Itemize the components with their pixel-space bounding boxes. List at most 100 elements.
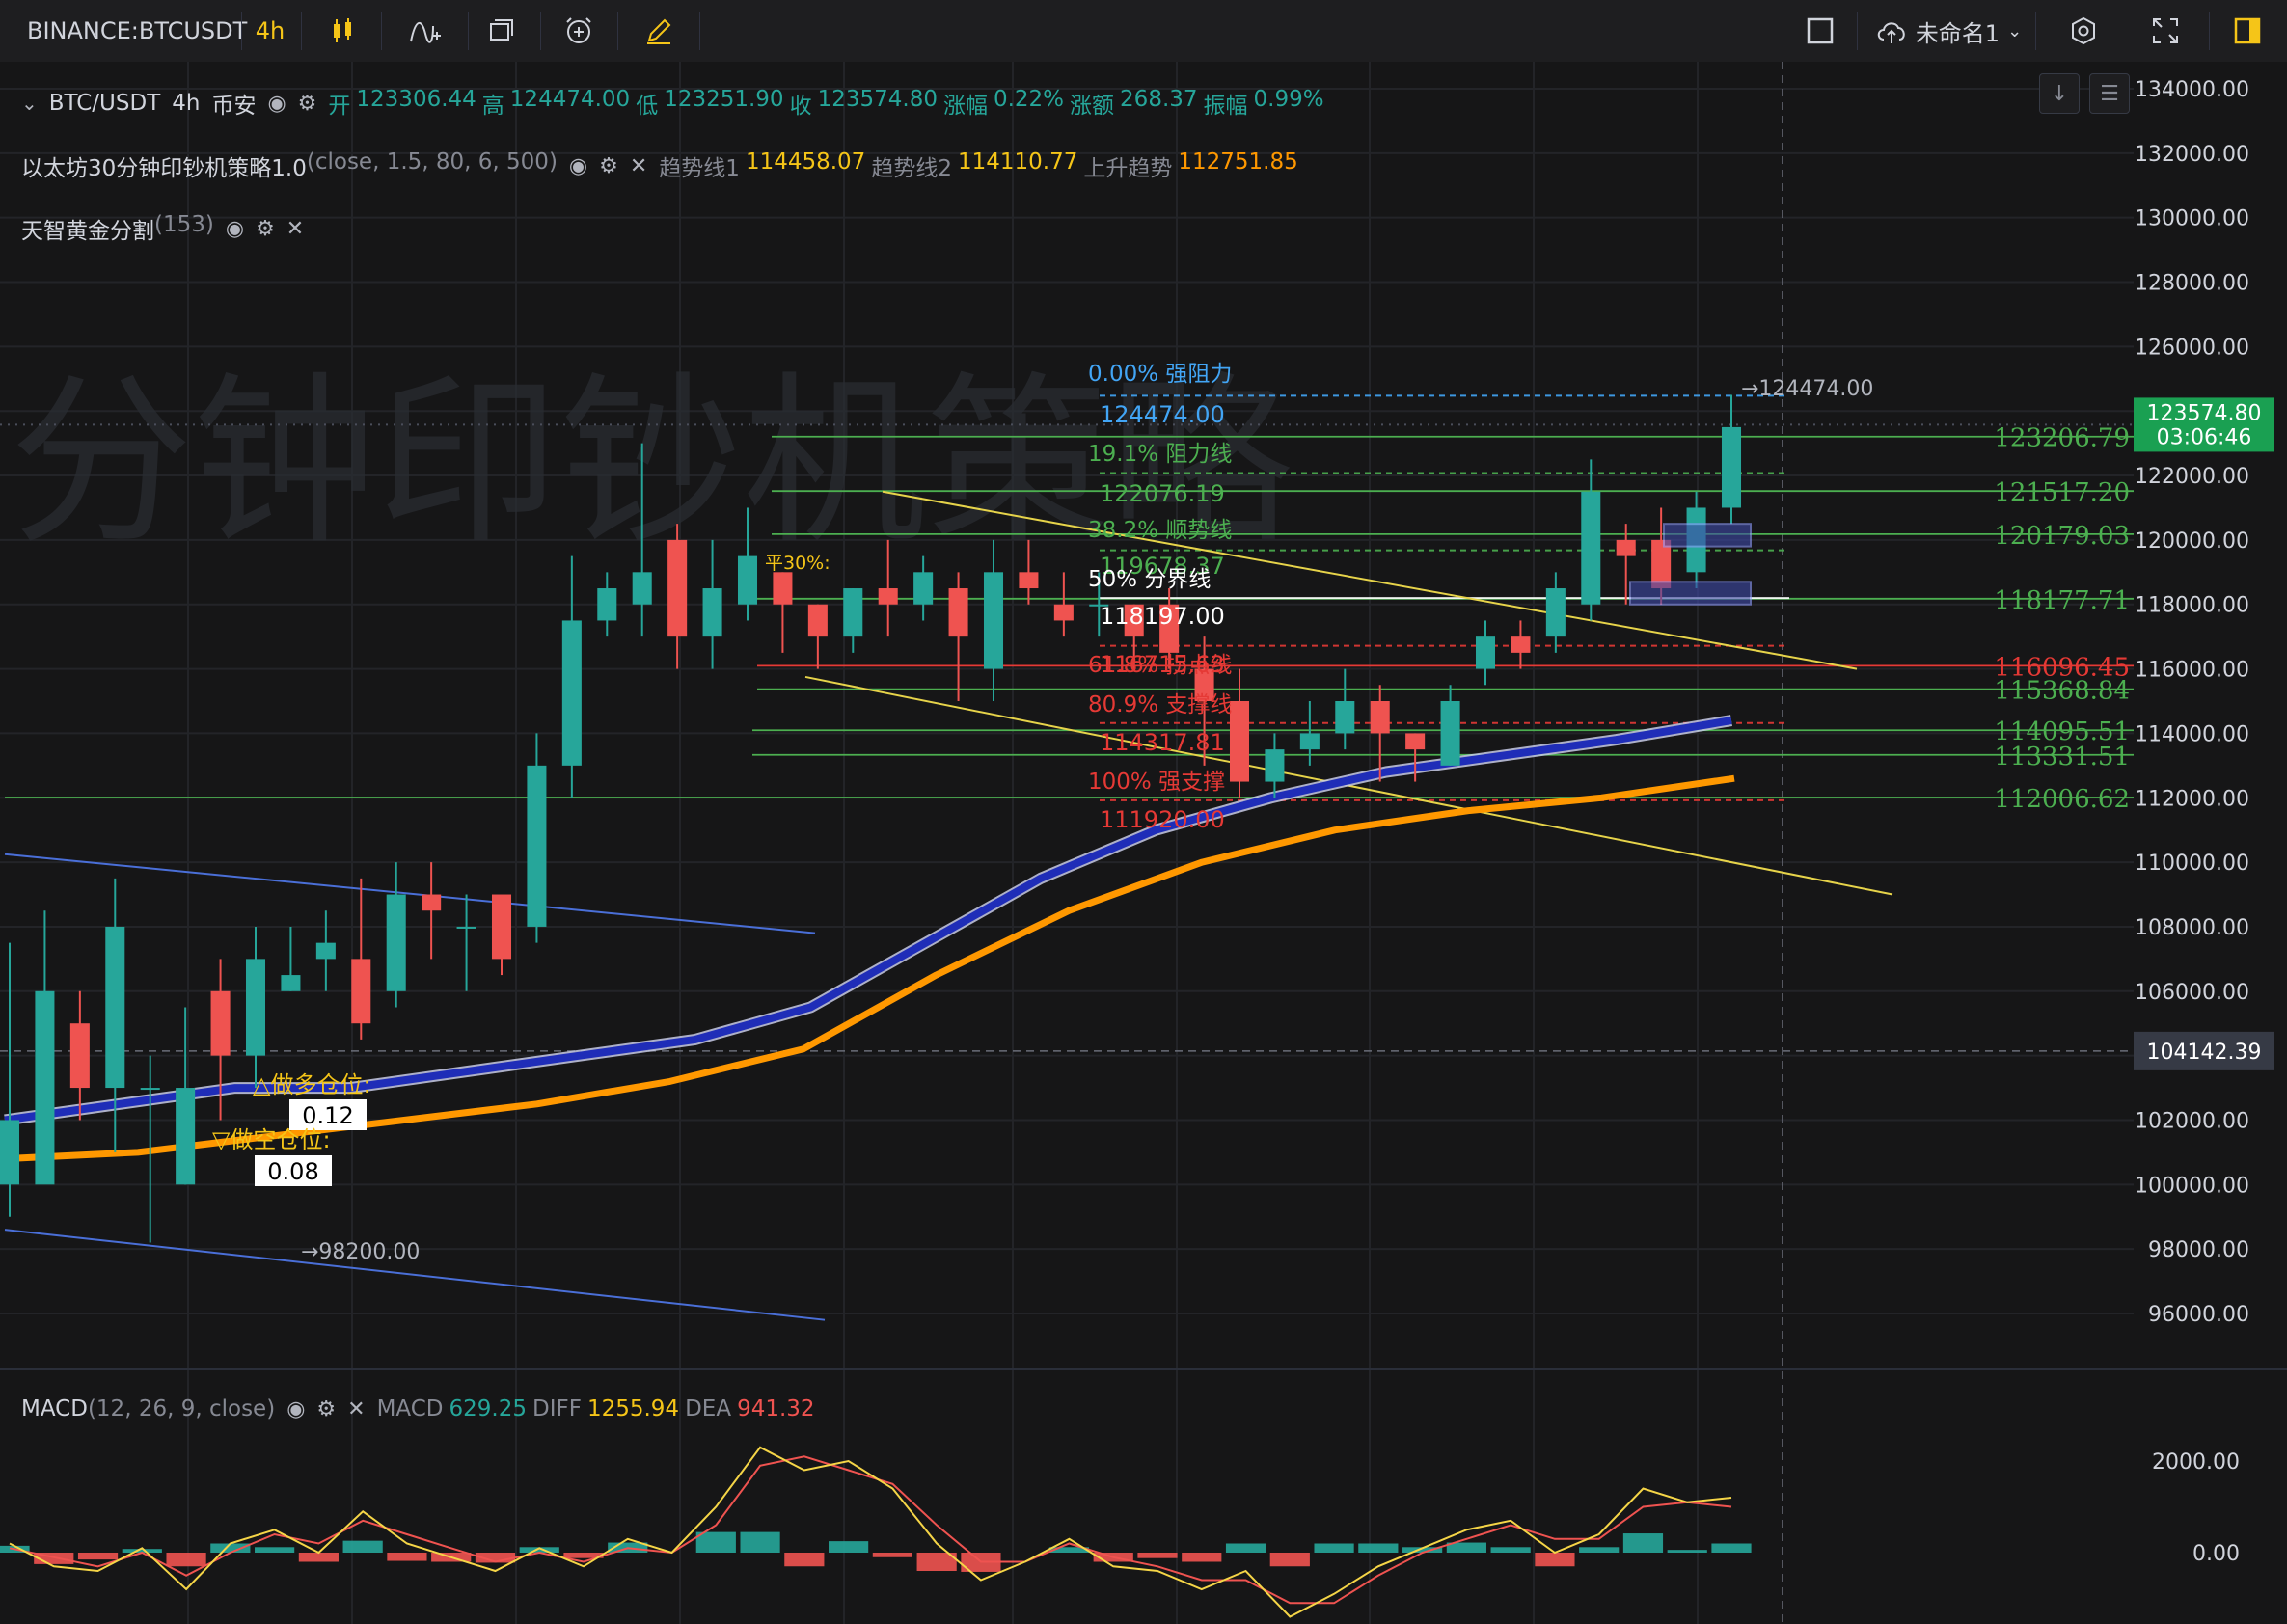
price-axis-tick: 102000.00	[2135, 1109, 2249, 1133]
macd-histogram-bar	[1622, 1533, 1664, 1553]
change-amt-label: 涨额	[1070, 94, 1115, 119]
amplitude-label: 振幅	[1203, 94, 1248, 119]
legend-interval: 4h	[172, 91, 201, 116]
trend2-label: 趋势线2	[871, 156, 952, 181]
golden-name: 天智黄金分割	[21, 219, 154, 244]
level-label: 120179.03	[1994, 522, 2130, 551]
chart-background	[0, 62, 2287, 1624]
expand-button[interactable]	[2141, 0, 2190, 62]
drawing-tools-button[interactable]	[627, 0, 690, 62]
collapse-chevron-icon[interactable]: ⌄	[21, 92, 38, 115]
last-price-value: 123574.80	[2147, 401, 2262, 425]
price-axis-tick: 126000.00	[2135, 336, 2249, 360]
macd-params: (12, 26, 9, close)	[87, 1396, 276, 1421]
level-label: 121517.20	[1994, 478, 2130, 507]
candle-body	[737, 555, 758, 605]
close-icon[interactable]: ✕	[347, 1397, 365, 1421]
gear-icon[interactable]: ⚙	[298, 92, 317, 116]
macd-histogram-bar	[1579, 1547, 1620, 1553]
templates-button[interactable]	[473, 0, 531, 62]
candle-body	[1053, 604, 1074, 621]
price-axis-tick: 134000.00	[2135, 78, 2249, 102]
symbol-label: BINANCE:BTCUSDT	[27, 17, 248, 44]
candle-body	[176, 1088, 196, 1185]
eye-icon[interactable]: ◉	[569, 154, 587, 178]
level-label: 115368.84	[1994, 677, 2130, 706]
layout-save-button[interactable]: 未命名1 ⌄	[1866, 0, 2030, 62]
diff-label: DIFF	[532, 1396, 582, 1421]
close-icon[interactable]: ✕	[286, 217, 304, 241]
candle-body	[1019, 572, 1039, 589]
eye-icon[interactable]: ◉	[226, 217, 244, 241]
right-panel-toggle-button[interactable]	[2219, 0, 2276, 62]
diff-value: 1255.94	[586, 1396, 680, 1421]
high-price-marker: →124474.00	[1741, 377, 1873, 401]
candle-body	[1370, 701, 1390, 734]
price-axis-tick: 120000.00	[2135, 529, 2249, 554]
chart-menu-button[interactable]: ☰	[2089, 73, 2130, 114]
price-axis-tick: 112000.00	[2135, 787, 2249, 811]
candle-type-button[interactable]	[313, 0, 371, 62]
fib-price-label: 122076.19	[1100, 480, 1225, 507]
alarm-clock-icon	[566, 17, 591, 43]
toolbar-divider	[301, 12, 302, 50]
candle-body	[773, 572, 793, 605]
candle-body	[1405, 733, 1426, 750]
macd-histogram-bar	[872, 1553, 912, 1557]
price-axis-background	[2134, 62, 2287, 1624]
macd-histogram-bar	[1137, 1553, 1178, 1558]
gear-icon	[2072, 16, 2095, 45]
main-legend: ⌄ BTC/USDT 4h 币安 ◉ ⚙ 开 123306.44 高 12447…	[21, 87, 1324, 120]
candle-body	[561, 620, 582, 766]
macd-histogram-bar	[1269, 1553, 1310, 1567]
macd-histogram-bar	[1314, 1543, 1354, 1553]
order-block-box	[1629, 581, 1752, 606]
interval-button[interactable]: 4h	[246, 0, 294, 62]
fib-percent-label: 38.2% 顺势线	[1088, 518, 1232, 543]
pencil-icon	[646, 18, 670, 44]
toolbar-divider	[617, 12, 618, 50]
annotation-ping-label: 平30%:	[765, 553, 830, 574]
trend1-value: 114458.07	[745, 149, 866, 175]
gear-icon[interactable]: ⚙	[599, 154, 618, 178]
gear-icon[interactable]: ⚙	[316, 1397, 336, 1421]
eye-icon[interactable]: ◉	[286, 1397, 305, 1421]
scroll-down-button[interactable]: ↓	[2039, 73, 2080, 114]
uptrend-label: 上升趋势	[1083, 156, 1173, 181]
trend2-value: 114110.77	[957, 149, 1078, 175]
price-axis-tick: 106000.00	[2135, 981, 2249, 1005]
price-axis-tick: 96000.00	[2148, 1303, 2249, 1327]
macd-name: MACD	[21, 1396, 88, 1421]
trend1-label: 趋势线1	[659, 156, 740, 181]
candle-body	[948, 588, 968, 637]
golden-params: (153)	[154, 212, 214, 237]
eye-icon[interactable]: ◉	[267, 92, 286, 116]
indicators-button[interactable]	[391, 0, 458, 62]
fullscreen-toggle-button[interactable]	[1796, 0, 1844, 62]
symbol-search-button[interactable]: BINANCE:BTCUSDT	[10, 0, 249, 62]
candle-body	[597, 588, 617, 621]
close-icon[interactable]: ✕	[630, 154, 647, 178]
price-axis-tick: 98000.00	[2148, 1238, 2249, 1262]
annotation-long-value: 0.12	[302, 1102, 353, 1129]
price-chart[interactable]: 分钟印钞机策略 123206.79121517.20120179.03118177…	[0, 62, 2287, 1624]
toolbar-divider	[241, 12, 242, 50]
level-label: 118177.71	[1994, 586, 2130, 615]
arrow-down-icon: ↓	[2050, 81, 2069, 106]
macd-histogram-bar	[1358, 1543, 1399, 1553]
cloud-upload-icon	[1877, 22, 1905, 43]
macd-label: MACD	[376, 1396, 444, 1421]
order-block-box	[1663, 523, 1752, 548]
macd-axis-tick: 2000.00	[2152, 1450, 2240, 1475]
fib-percent-label: 80.9% 支撑线	[1088, 692, 1232, 717]
gear-icon[interactable]: ⚙	[256, 217, 275, 241]
toolbar-divider	[699, 12, 700, 50]
annotation-long-label: △做多仓位:	[253, 1071, 371, 1098]
alert-button[interactable]	[550, 0, 608, 62]
settings-button[interactable]	[2059, 0, 2108, 62]
candle-body	[491, 894, 512, 960]
price-axis-tick: 132000.00	[2135, 143, 2249, 167]
candle-body	[1545, 588, 1566, 637]
high-value: 124474.00	[509, 87, 631, 112]
macd-histogram-bar	[342, 1540, 383, 1553]
